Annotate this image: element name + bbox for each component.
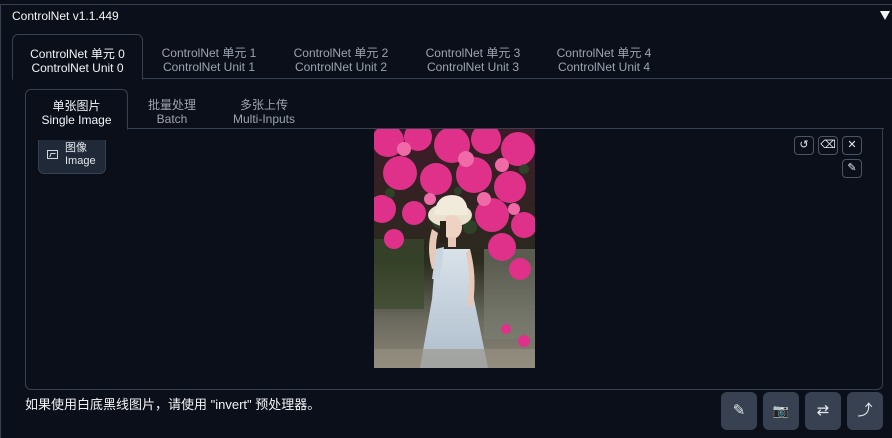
tab-label-en: ControlNet Unit 3: [426, 60, 520, 74]
send-dimensions-button[interactable]: ⤴: [847, 392, 883, 430]
tab-label-cn: ControlNet 单元 4: [556, 46, 652, 60]
image-upload-area[interactable]: 图像 Image ↺ ⌫ ✕ ✎: [25, 129, 883, 390]
open-editor-icon: ✎: [732, 402, 746, 419]
send-dimensions-icon: ⤴: [857, 402, 873, 419]
image-label-cn: 图像: [65, 142, 87, 154]
tab-unit-4[interactable]: ControlNet 单元 4 ControlNet Unit 4: [544, 34, 664, 79]
swap-button[interactable]: ⇄: [805, 392, 841, 430]
close-icon[interactable]: ✕: [842, 136, 862, 155]
uploaded-photo[interactable]: [374, 129, 535, 368]
tab-label-en: ControlNet Unit 0: [31, 61, 124, 75]
tab-label-en: Single Image: [41, 113, 112, 127]
tab-batch[interactable]: 批量处理 Batch: [135, 89, 209, 129]
invert-hint-text: 如果使用白底黑线图片，请使用 "invert" 预处理器。: [25, 397, 321, 412]
tab-label-en: ControlNet Unit 1: [162, 60, 256, 74]
tab-label-cn: ControlNet 单元 3: [425, 46, 521, 60]
tab-unit-2[interactable]: ControlNet 单元 2 ControlNet Unit 2: [281, 34, 401, 79]
panel-title[interactable]: ControlNet v1.1.449: [12, 9, 119, 23]
tab-multi-inputs[interactable]: 多张上传 Multi-Inputs: [223, 89, 305, 129]
triangle-down-icon[interactable]: [880, 11, 890, 20]
camera-button[interactable]: 📷: [763, 392, 799, 430]
unit-tab-bar: ControlNet 单元 0 ControlNet Unit 0 Contro…: [12, 34, 892, 80]
image-label-en: Image: [65, 155, 96, 167]
tab-label-cn: ControlNet 单元 0: [30, 47, 125, 61]
tab-label-cn: 批量处理: [147, 98, 196, 112]
tab-label-en: ControlNet Unit 4: [557, 60, 651, 74]
photo-graphic: [374, 129, 535, 368]
unit-content: 单张图片 Single Image 批量处理 Batch 多张上传 Multi-…: [25, 79, 884, 390]
open-editor-button[interactable]: ✎: [721, 392, 757, 430]
image-label: 图像 Image: [38, 140, 106, 174]
tab-unit-0[interactable]: ControlNet 单元 0 ControlNet Unit 0: [12, 34, 143, 80]
tab-label-cn: ControlNet 单元 2: [293, 46, 389, 60]
tab-unit-1[interactable]: ControlNet 单元 1 ControlNet Unit 1: [149, 34, 269, 79]
image-icon: [47, 150, 58, 159]
tab-single-image[interactable]: 单张图片 Single Image: [25, 89, 128, 130]
tab-label-en: Multi-Inputs: [232, 112, 296, 126]
eraser-icon[interactable]: ⌫: [818, 136, 838, 155]
tab-label-cn: 多张上传: [239, 98, 288, 112]
tab-unit-3[interactable]: ControlNet 单元 3 ControlNet Unit 3: [413, 34, 533, 79]
undo-icon[interactable]: ↺: [794, 136, 814, 155]
tab-label-en: Batch: [156, 112, 188, 126]
brush-icon[interactable]: ✎: [842, 159, 862, 178]
swap-icon: ⇄: [816, 402, 830, 419]
tab-label-en: ControlNet Unit 2: [294, 60, 388, 74]
tab-label-cn: ControlNet 单元 1: [161, 46, 257, 60]
camera-icon: 📷: [772, 403, 790, 418]
image-tab-bar: 单张图片 Single Image 批量处理 Batch 多张上传 Multi-…: [25, 89, 884, 130]
tab-label-cn: 单张图片: [52, 99, 101, 113]
